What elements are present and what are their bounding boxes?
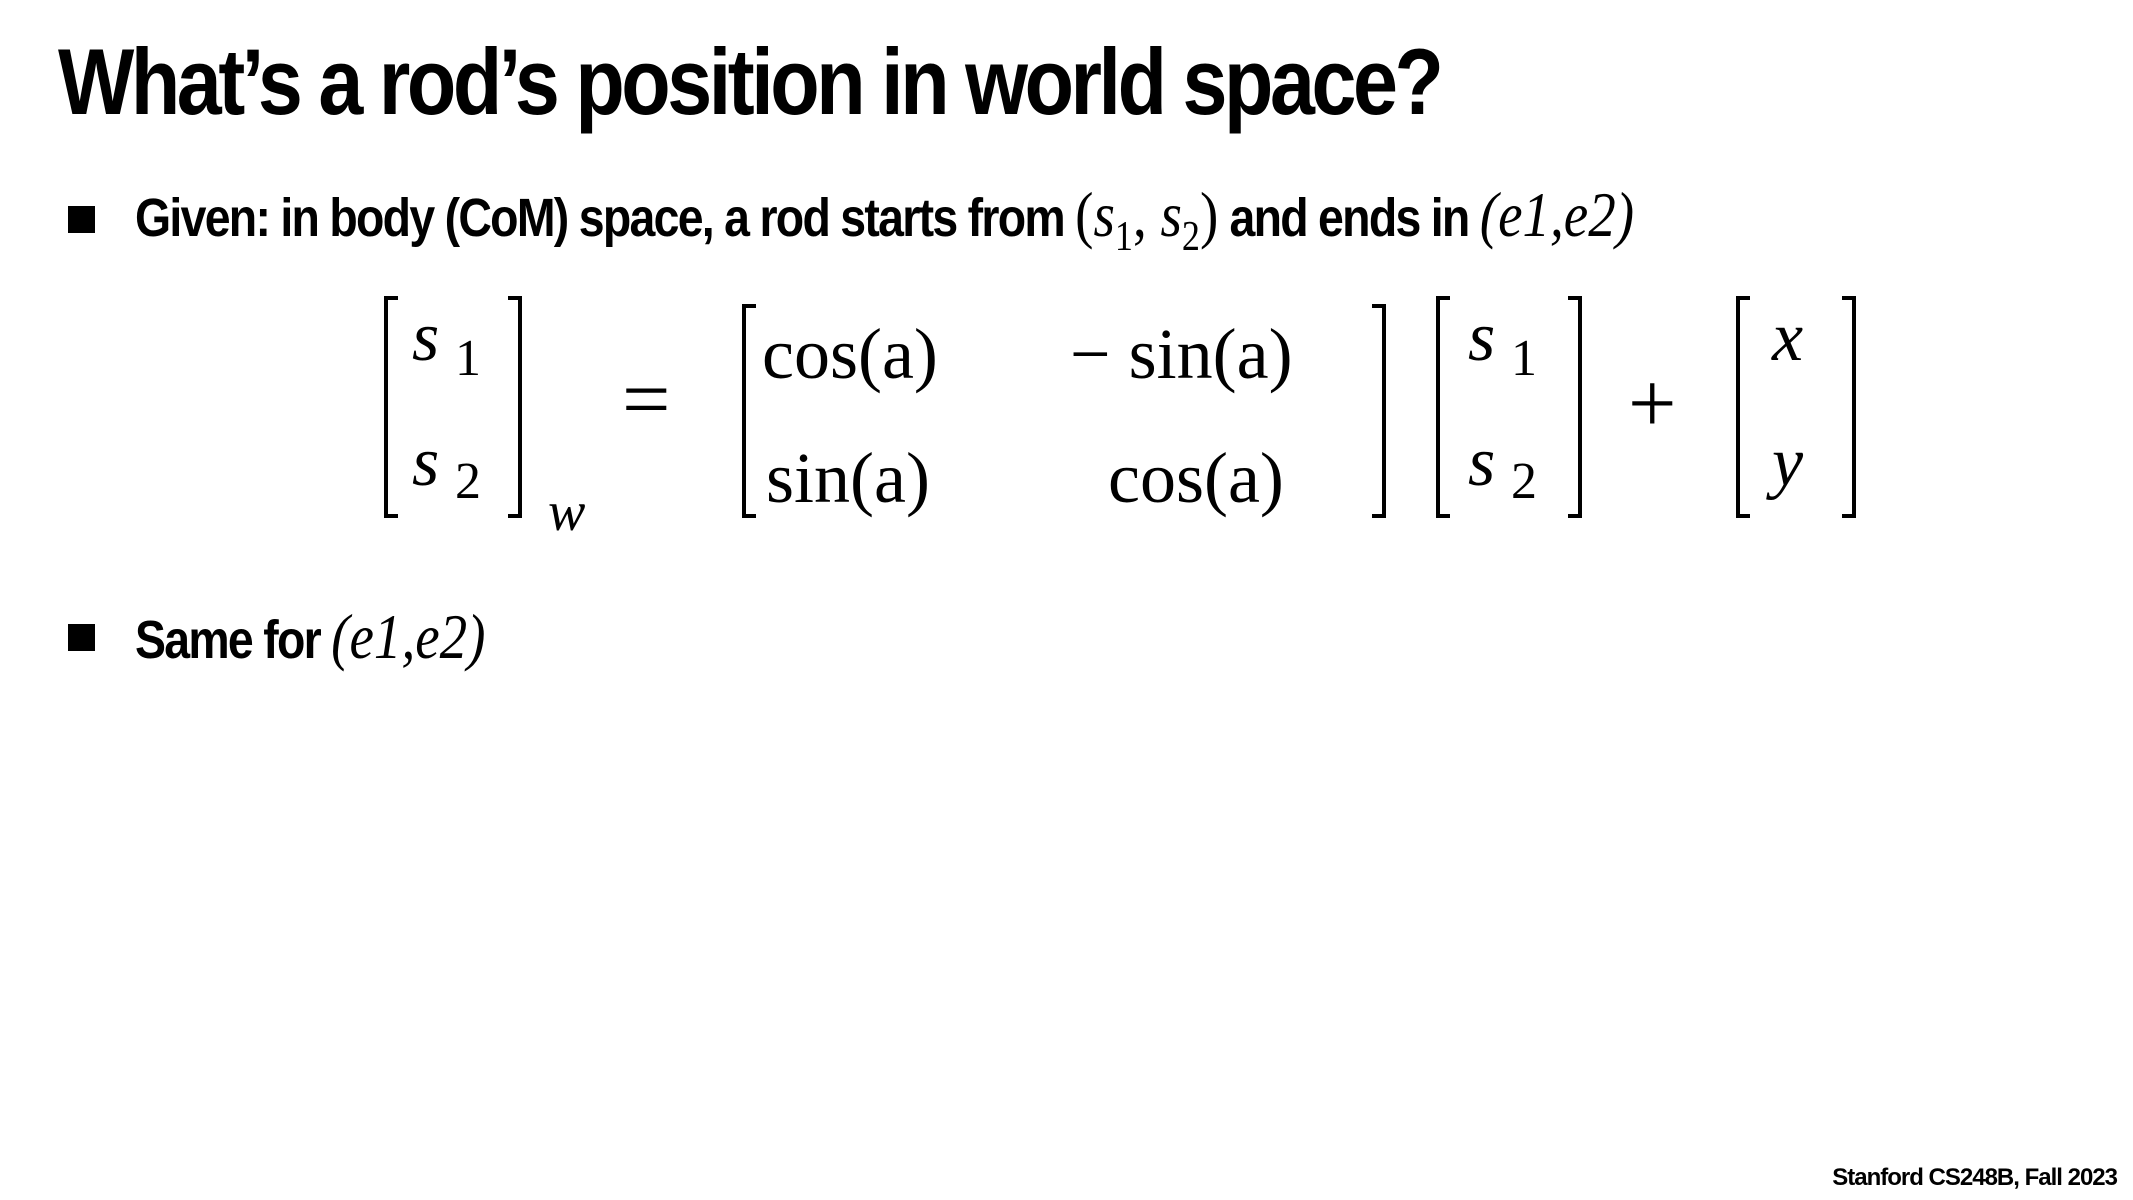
- lhs-right-bracket: [508, 296, 522, 518]
- world-position-equation: s 1 s 2 w = cos(a) − sin(a) sin(a) cos(a…: [0, 280, 2133, 543]
- end-point-math: (e1,e2): [1479, 179, 1635, 250]
- bullet-given-mid: and ends in: [1218, 188, 1480, 248]
- bullet-square-icon: [68, 206, 95, 233]
- matrix-sin-a-21: sin(a): [766, 438, 930, 518]
- bullet-square-icon: [68, 623, 95, 651]
- trans-right-bracket: [1842, 296, 1856, 518]
- vec-top-sub: 1: [1511, 330, 1537, 387]
- vec-bot-sub: 2: [1511, 453, 1537, 510]
- bullet-given-text: Given: in body (CoM) space, a rod starts…: [135, 178, 1634, 261]
- start-point-math: (s1, s2): [1075, 179, 1219, 260]
- same-end-point-math: (e1,e2): [331, 601, 486, 672]
- matrix-right-bracket: [1372, 304, 1386, 518]
- matrix-cos-a-11: cos(a): [762, 314, 938, 394]
- plus-sign: +: [1628, 355, 1677, 451]
- vec-left-bracket: [1436, 296, 1450, 518]
- lhs-top-sub: 1: [455, 330, 481, 387]
- lhs-world-subscript: w: [548, 481, 585, 540]
- trans-y: y: [1766, 424, 1804, 501]
- trans-left-bracket: [1736, 296, 1750, 518]
- bullet-same-for: Same for (e1,e2): [68, 600, 543, 674]
- course-footer: Stanford CS248B, Fall 2023: [1832, 1164, 2118, 1191]
- lhs-bot-sub: 2: [455, 453, 481, 510]
- bullet-given: Given: in body (CoM) space, a rod starts…: [68, 178, 1878, 261]
- bullet-same-lead: Same for: [135, 610, 322, 670]
- bullet-given-lead: Given: in body (CoM) space, a rod starts…: [135, 188, 1066, 248]
- lhs-left-bracket: [384, 296, 398, 518]
- equals-sign: =: [622, 351, 671, 447]
- slide-title: What’s a rod’s position in world space?: [58, 29, 1444, 134]
- vec-top-s: s: [1468, 299, 1495, 376]
- trans-x: x: [1771, 299, 1803, 376]
- matrix-neg-sin-a-12: − sin(a): [1070, 314, 1293, 394]
- vec-bot-s: s: [1468, 424, 1495, 501]
- bullet-same-text: Same for (e1,e2): [135, 600, 485, 674]
- matrix-left-bracket: [742, 304, 756, 518]
- vec-right-bracket: [1568, 296, 1582, 518]
- lhs-top-s: s: [412, 299, 439, 376]
- lhs-bot-s: s: [412, 424, 439, 501]
- matrix-cos-a-22: cos(a): [1108, 438, 1284, 518]
